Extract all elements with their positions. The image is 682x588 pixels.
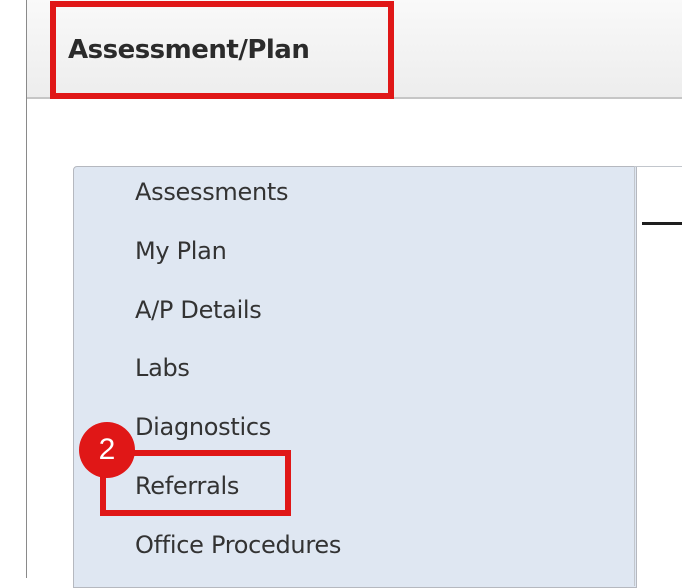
nav-item-ap-details[interactable]: A/P Details (135, 290, 262, 330)
nav-item-labs[interactable]: Labs (135, 348, 190, 388)
step-number-badge: 2 (79, 422, 135, 478)
panel-divider (634, 166, 635, 586)
nav-item-diagnostics[interactable]: Diagnostics (135, 407, 271, 447)
nav-item-my-plan[interactable]: My Plan (135, 231, 227, 271)
nav-item-assessments[interactable]: Assessments (135, 172, 288, 212)
content-pane-border (635, 166, 682, 167)
content-pane-tab-line (642, 222, 682, 225)
nav-item-office-procedures[interactable]: Office Procedures (135, 525, 341, 565)
title-highlight-box (50, 1, 394, 99)
